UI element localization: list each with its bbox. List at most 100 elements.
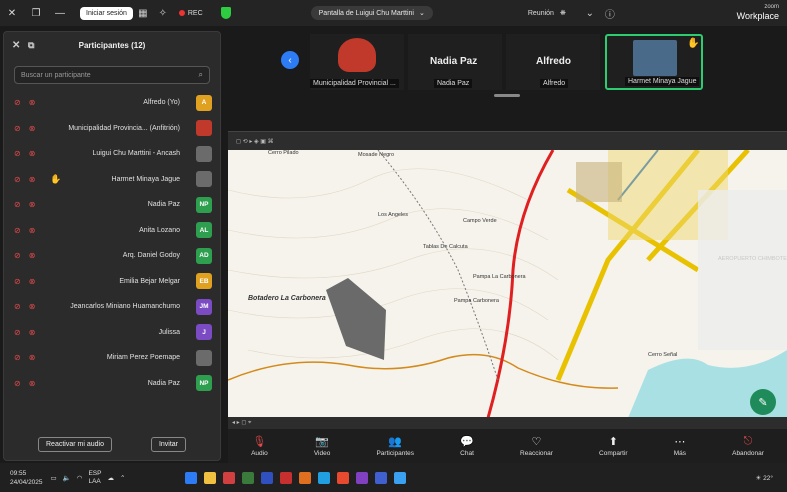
participant-row[interactable]: Municipalidad Provincia... (Anfitrión) ⊘ ⊗: [8, 116, 216, 142]
participant-row[interactable]: J Julissa ⊘ ⊗: [8, 320, 216, 346]
avatar: [196, 349, 212, 366]
control-label: Más: [673, 450, 686, 457]
chevron-left-icon: ‹: [288, 54, 292, 66]
control-más[interactable]: ⋯ Más: [674, 435, 686, 457]
avatar: JM: [196, 298, 212, 315]
participant-row[interactable]: A Alfredo (Yo) ⊘ ⊗: [8, 90, 216, 116]
tile-name: Harmet Minaya Jague: [625, 77, 700, 86]
mic-muted-icon: ⊗: [28, 353, 36, 363]
unmute-me-button[interactable]: Reactivar mi audio: [38, 437, 112, 452]
powerpoint-icon[interactable]: [299, 471, 312, 484]
participant-status-icons: ⊘ ⊗: [14, 200, 35, 209]
language-indicator[interactable]: ESP LAA: [88, 470, 101, 486]
control-reaccionar[interactable]: ♡ Reaccionar: [520, 435, 553, 457]
map-label: Pampa La Carbonera: [473, 274, 527, 280]
close-panel-icon[interactable]: ✕: [12, 40, 20, 51]
status-icons: ◂ ▸ ◻ ⌖: [232, 420, 252, 426]
invite-button[interactable]: Invitar: [150, 437, 186, 452]
battery-icon[interactable]: ▭: [51, 474, 57, 482]
control-label: Participantes: [376, 450, 415, 457]
participant-name: Nadia Paz: [147, 379, 180, 387]
annotate-button[interactable]: ✎: [750, 389, 776, 415]
participant-row[interactable]: AD Arq. Daniel Godoy ⊘ ⊗: [8, 243, 216, 269]
tile-name: Nadia Paz: [434, 79, 473, 88]
chevron-down-icon[interactable]: ⌄: [580, 8, 600, 19]
video-tile-harmet[interactable]: ✋ Harmet Minaya Jague: [605, 34, 703, 90]
control-chat[interactable]: 💬 Chat: [460, 435, 474, 457]
windows-start-icon[interactable]: [394, 471, 407, 484]
grid-icon[interactable]: ▦: [133, 8, 153, 19]
cloud-icon[interactable]: ☁: [107, 474, 114, 482]
app-icon[interactable]: [223, 471, 236, 484]
excel-icon[interactable]: [242, 471, 255, 484]
tile-big-name: Alfredo: [536, 56, 571, 67]
participant-row[interactable]: JM Jeancarlos Miniano Huamanchumo ⊘ ⊗: [8, 294, 216, 320]
tile-big-name: Nadia Paz: [430, 56, 478, 67]
participant-row[interactable]: Luigui Chu Marttini - Ancash ⊘ ⊗: [8, 141, 216, 167]
participant-name: Anita Lozano: [139, 226, 180, 234]
urban-block: [576, 162, 622, 202]
participant-search-input[interactable]: Buscar un participante ⌕: [14, 66, 210, 84]
effects-icon[interactable]: ✧: [153, 8, 173, 19]
participant-row[interactable]: EB Emilia Bejar Melgar ⊘ ⊗: [8, 269, 216, 295]
participant-name: Harmet Minaya Jague: [111, 175, 180, 183]
participant-row[interactable]: Harmet Minaya Jague ⊘ ⊗ ✋: [8, 167, 216, 193]
signin-button[interactable]: Iniciar sesión: [80, 6, 133, 20]
camera-off-icon: ⊘: [14, 327, 21, 337]
teams-icon[interactable]: [375, 471, 388, 484]
video-tile-alfredo[interactable]: Alfredo Alfredo: [506, 34, 600, 90]
weather-widget[interactable]: ☀ 22°: [756, 474, 773, 482]
zoom-window: ✕ ❐ — Iniciar sesión ▦ ✧ REC Pantalla de…: [0, 0, 787, 492]
camera-off-icon: ⊘: [14, 302, 21, 312]
shared-screen[interactable]: ◻ ⟲ ▸ ◈ ▣ ⌘ Mosade Negro Los Angeles Cam…: [228, 131, 787, 429]
lang-label-2: LAA: [88, 477, 101, 485]
control-video[interactable]: 📷 Video: [314, 435, 331, 457]
camera-off-icon: ⊘: [14, 353, 21, 363]
control-participantes[interactable]: 👥 Participantes: [376, 435, 414, 457]
wifi-icon[interactable]: ◠: [77, 474, 83, 482]
participant-row[interactable]: NP Nadia Paz ⊘ ⊗: [8, 192, 216, 218]
control-compartir[interactable]: ⬆ Compartir: [599, 435, 628, 457]
strip-scrollbar[interactable]: [494, 94, 520, 97]
meeting-info[interactable]: Reunión ❋: [528, 9, 566, 18]
control-label: Audio: [251, 450, 268, 457]
participant-row[interactable]: Miriam Perez Poemape ⊘ ⊗: [8, 345, 216, 371]
control-audio[interactable]: 🎙 Audio: [251, 435, 268, 457]
video-tile-nadia[interactable]: Nadia Paz Nadia Paz: [408, 34, 502, 90]
mic-muted-icon: ⊗: [28, 378, 36, 388]
clock[interactable]: 09:55 24/04/2025: [10, 469, 43, 487]
control-abandonar[interactable]: ⎋ Abandonar: [732, 435, 764, 457]
video-tile-municipalidad[interactable]: Municipalidad Provincial ...: [310, 34, 404, 90]
volume-icon[interactable]: 🔈: [63, 474, 71, 482]
participant-row[interactable]: NP Nadia Paz ⊘ ⊗: [8, 371, 216, 397]
folder-icon[interactable]: [204, 471, 217, 484]
participant-name: Arq. Daniel Godoy: [122, 252, 180, 260]
participant-row[interactable]: AL Anita Lozano ⊘ ⊗: [8, 218, 216, 244]
pdf-icon[interactable]: [280, 471, 293, 484]
brand-line2: Workplace: [736, 11, 779, 21]
close-window-icon[interactable]: ✕: [0, 8, 24, 19]
avatar: AD: [196, 247, 212, 264]
popout-icon[interactable]: ⧉: [28, 40, 34, 51]
camera-off-icon: ⊘: [14, 378, 21, 388]
info-icon[interactable]: ⓘ: [600, 6, 620, 21]
camera-off-icon: ⊘: [14, 276, 21, 286]
edge-icon[interactable]: [318, 471, 331, 484]
mic-muted-icon: ⊗: [28, 225, 36, 235]
restore-window-icon[interactable]: ❐: [24, 8, 48, 19]
search-icon: ⌕: [198, 70, 203, 79]
security-shield-icon[interactable]: [220, 7, 231, 19]
sharing-indicator[interactable]: Pantalla de Luigui Chu Marttini ⌄: [310, 6, 433, 20]
share-chip-label: Pantalla de Luigui Chu Marttini: [318, 9, 414, 17]
panel-footer: Reactivar mi audio Invitar: [4, 437, 220, 452]
avatar: AL: [196, 222, 212, 239]
zoom-app-icon[interactable]: [185, 471, 198, 484]
chrome-icon[interactable]: [337, 471, 350, 484]
word-icon[interactable]: [261, 471, 274, 484]
chevron-up-icon[interactable]: ⌃: [120, 474, 125, 482]
minimize-window-icon[interactable]: —: [48, 8, 72, 19]
tile-name: Municipalidad Provincial ...: [310, 79, 399, 88]
app-icon[interactable]: [356, 471, 369, 484]
microphone-icon: 🎙: [252, 436, 267, 448]
next-page-button[interactable]: ‹: [281, 51, 299, 69]
